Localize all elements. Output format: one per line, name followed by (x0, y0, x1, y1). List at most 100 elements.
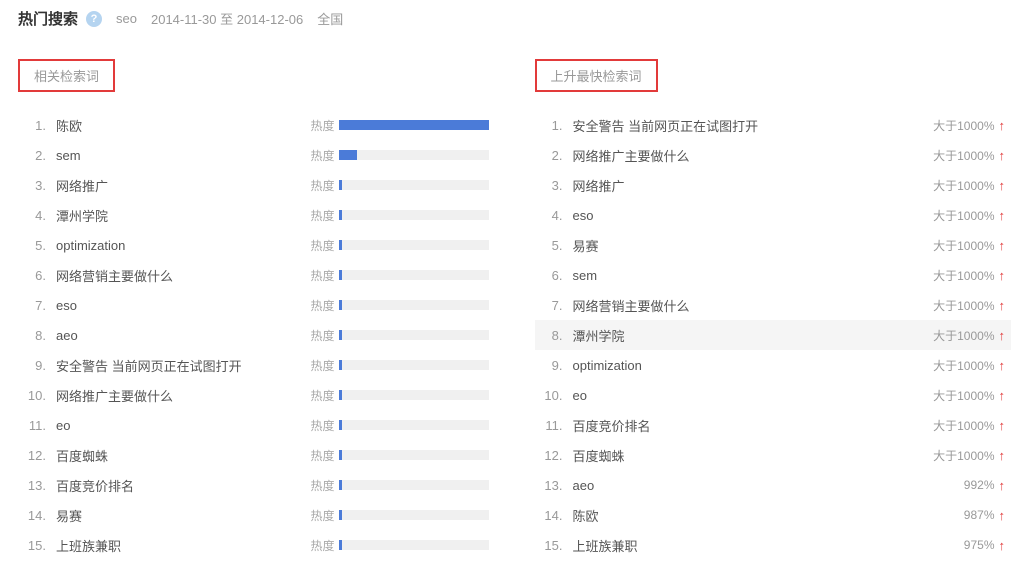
search-term: sem (50, 148, 310, 163)
help-icon[interactable]: ? (86, 11, 102, 27)
search-term: 百度蜘蛛 (50, 446, 310, 465)
heat-label: 热度 (310, 117, 334, 134)
heat-bar (339, 420, 489, 430)
search-term: 安全警告 当前网页正在试图打开 (567, 116, 934, 135)
up-arrow-icon: ↑ (999, 508, 1006, 523)
rising-term-row[interactable]: 3.网络推广大于1000%↑ (535, 170, 1012, 200)
rising-term-row[interactable]: 9.optimization大于1000%↑ (535, 350, 1012, 380)
heat-bar (339, 120, 489, 130)
heat-bar (339, 360, 489, 370)
related-term-row[interactable]: 6.网络营销主要做什么热度 (18, 260, 495, 290)
rank-number: 5. (24, 238, 50, 253)
heat-label: 热度 (310, 207, 334, 224)
related-term-row[interactable]: 1.陈欧热度 (18, 110, 495, 140)
related-term-row[interactable]: 12.百度蜘蛛热度 (18, 440, 495, 470)
change-percent: 大于1000% (933, 147, 994, 164)
related-term-row[interactable]: 4.潭州学院热度 (18, 200, 495, 230)
change-percent: 大于1000% (933, 357, 994, 374)
rising-term-row[interactable]: 8.潭州学院大于1000% ↑ (535, 320, 1012, 350)
rank-number: 9. (541, 358, 567, 373)
search-term: 百度竞价排名 (567, 416, 934, 435)
rising-term-row[interactable]: 10.eo大于1000%↑ (535, 380, 1012, 410)
rising-term-row[interactable]: 12.百度蜘蛛大于1000%↑ (535, 440, 1012, 470)
heat-label: 热度 (310, 267, 334, 284)
change-percent: 大于1000% (933, 207, 994, 224)
up-arrow-icon: ↑ (999, 298, 1006, 313)
search-term: 百度竞价排名 (50, 476, 310, 495)
related-term-row[interactable]: 11.eo热度 (18, 410, 495, 440)
rank-number: 9. (24, 358, 50, 373)
heat-bar (339, 240, 489, 250)
change-percent: 大于1000% (933, 387, 994, 404)
up-arrow-icon: ↑ (999, 388, 1006, 403)
rising-term-row[interactable]: 15.上班族兼职975%↑ (535, 530, 1012, 560)
related-term-row[interactable]: 10.网络推广主要做什么热度 (18, 380, 495, 410)
related-term-row[interactable]: 2.sem热度 (18, 140, 495, 170)
change-percent: 大于1000% (933, 447, 994, 464)
up-arrow-icon: ↑ (999, 328, 1006, 343)
rising-term-row[interactable]: 14.陈欧987%↑ (535, 500, 1012, 530)
heat-label: 热度 (310, 177, 334, 194)
keyword-meta: seo (116, 11, 137, 26)
change-percent: 大于1000% (933, 327, 994, 344)
heat-bar (339, 300, 489, 310)
rising-term-row[interactable]: 13.aeo992%↑ (535, 470, 1012, 500)
related-term-row[interactable]: 9.安全警告 当前网页正在试图打开热度 (18, 350, 495, 380)
search-term: aeo (50, 328, 310, 343)
heat-bar (339, 480, 489, 490)
heat-label: 热度 (310, 147, 334, 164)
rank-number: 1. (24, 118, 50, 133)
rank-number: 7. (24, 298, 50, 313)
up-arrow-icon: ↑ (999, 538, 1006, 553)
rank-number: 2. (541, 148, 567, 163)
rising-terms-header: 上升最快检索词 (535, 59, 658, 92)
heat-bar (339, 330, 489, 340)
heat-label: 热度 (310, 477, 334, 494)
rising-term-row[interactable]: 7.网络营销主要做什么大于1000%↑ (535, 290, 1012, 320)
rising-term-row[interactable]: 2.网络推广主要做什么大于1000% ↑ (535, 140, 1012, 170)
rising-term-row[interactable]: 6.sem大于1000%↑ (535, 260, 1012, 290)
search-term: 上班族兼职 (50, 536, 310, 555)
search-term: 易赛 (567, 236, 934, 255)
search-term: 百度蜘蛛 (567, 446, 934, 465)
related-term-row[interactable]: 7.eso热度 (18, 290, 495, 320)
related-term-row[interactable]: 3.网络推广热度 (18, 170, 495, 200)
up-arrow-icon: ↑ (999, 418, 1006, 433)
rank-number: 13. (24, 478, 50, 493)
rising-term-row[interactable]: 4.eso大于1000%↑ (535, 200, 1012, 230)
rising-term-row[interactable]: 11.百度竞价排名大于1000%↑ (535, 410, 1012, 440)
rank-number: 4. (24, 208, 50, 223)
date-range-meta: 2014-11-30 至 2014-12-06 (151, 9, 303, 28)
related-term-row[interactable]: 14.易赛热度 (18, 500, 495, 530)
related-term-row[interactable]: 5.optimization热度 (18, 230, 495, 260)
heat-bar (339, 450, 489, 460)
related-term-row[interactable]: 15.上班族兼职热度 (18, 530, 495, 560)
change-percent: 大于1000% (933, 417, 994, 434)
heat-label: 热度 (310, 537, 334, 554)
search-term: optimization (567, 358, 934, 373)
related-term-row[interactable]: 8.aeo热度 (18, 320, 495, 350)
page-title: 热门搜索 (18, 8, 78, 29)
change-percent: 大于1000% (933, 117, 994, 134)
change-percent: 大于1000% (933, 177, 994, 194)
up-arrow-icon: ↑ (999, 478, 1006, 493)
change-percent: 大于1000% (933, 267, 994, 284)
search-term: 潭州学院 (567, 326, 934, 345)
rising-term-row[interactable]: 1.安全警告 当前网页正在试图打开大于1000%↑ (535, 110, 1012, 140)
rank-number: 8. (541, 328, 567, 343)
search-term: 网络推广主要做什么 (50, 386, 310, 405)
change-percent: 992% (964, 478, 995, 492)
rising-term-row[interactable]: 5.易赛大于1000%↑ (535, 230, 1012, 260)
related-term-row[interactable]: 13.百度竞价排名热度 (18, 470, 495, 500)
search-term: 易赛 (50, 506, 310, 525)
heat-label: 热度 (310, 507, 334, 524)
up-arrow-icon: ↑ (999, 208, 1006, 223)
up-arrow-icon: ↑ (999, 148, 1006, 163)
search-term: eo (50, 418, 310, 433)
search-term: 网络营销主要做什么 (50, 266, 310, 285)
heat-label: 热度 (310, 327, 334, 344)
rank-number: 8. (24, 328, 50, 343)
search-term: 上班族兼职 (567, 536, 964, 555)
search-term: 网络推广主要做什么 (567, 146, 934, 165)
heat-bar (339, 540, 489, 550)
